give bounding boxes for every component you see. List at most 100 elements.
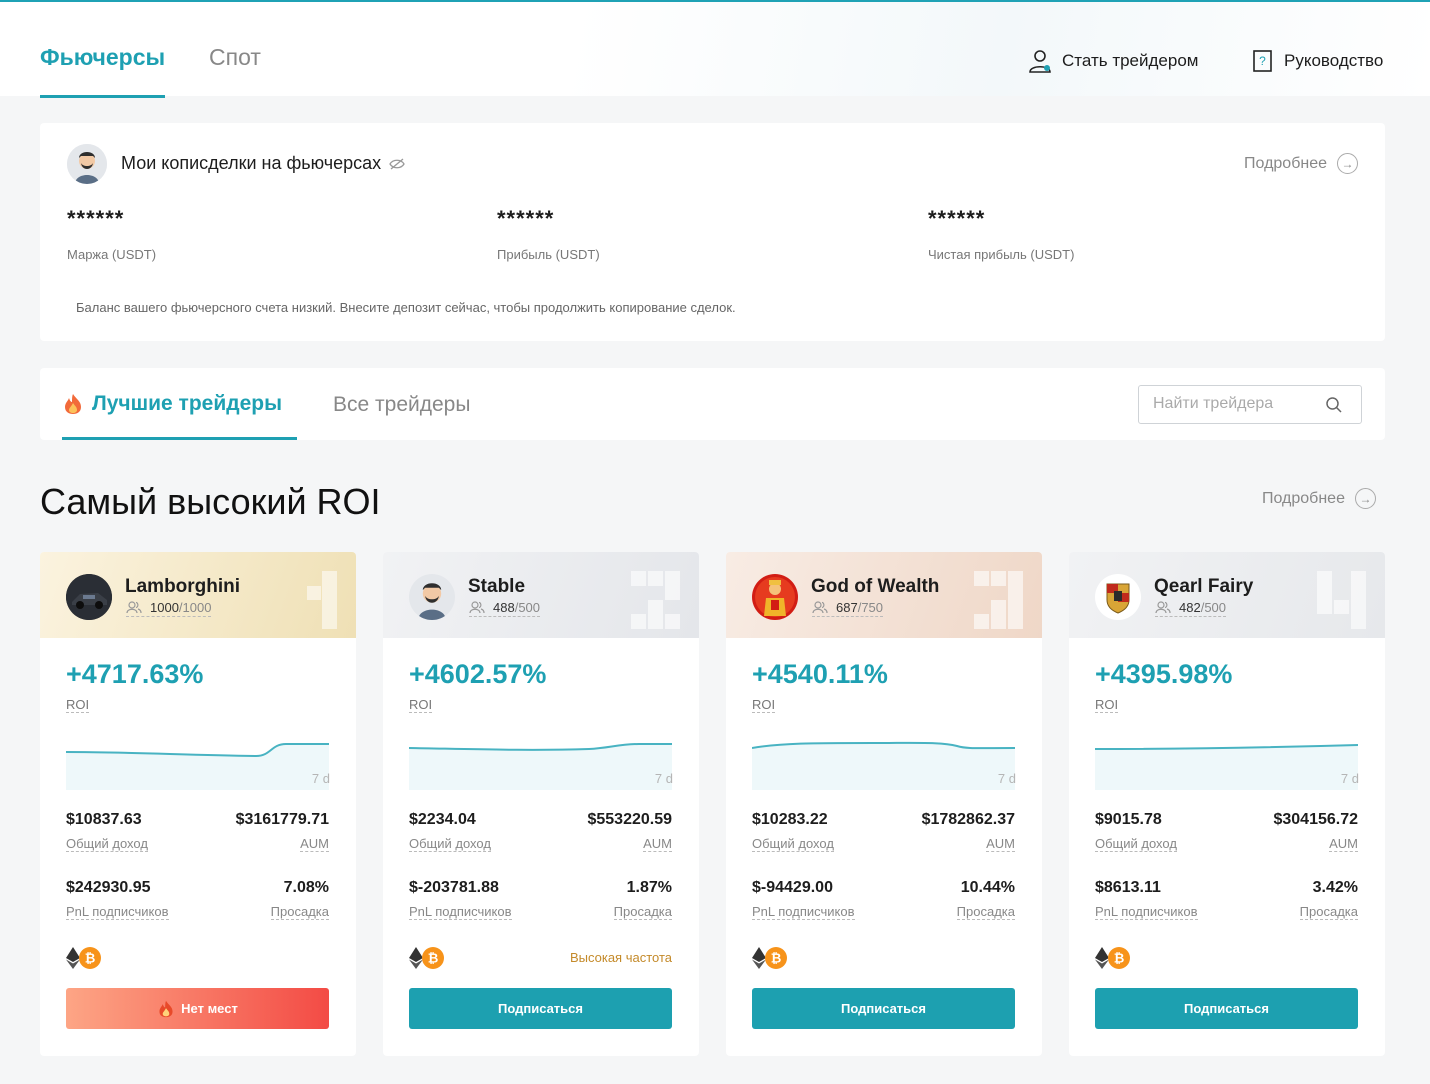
subscriber-pnl-label: PnL подписчиков	[1095, 904, 1198, 920]
roi-label: ROI	[409, 697, 433, 713]
subscribers-count: 687/750	[812, 600, 884, 617]
trader-avatar	[66, 574, 112, 620]
roi-label: ROI	[1095, 697, 1119, 713]
arrow-right-icon: →	[1337, 153, 1358, 174]
fire-icon	[159, 1000, 173, 1017]
user-icon	[1029, 50, 1051, 73]
subscribers-count: 488/500	[469, 600, 541, 617]
drawdown-label: Просадка	[1299, 904, 1358, 920]
roi-sparkline	[752, 741, 1015, 790]
roi-value: +4717.63%	[66, 659, 204, 689]
subscribe-button[interactable]: Подписаться	[752, 988, 1015, 1029]
fire-icon	[65, 394, 81, 414]
crest-avatar-icon	[1095, 574, 1141, 620]
trader-name[interactable]: God of Wealth	[811, 576, 939, 598]
net-profit-label: Чистая прибыль (USDT)	[928, 247, 1075, 262]
roi-label: ROI	[752, 697, 776, 713]
coin-list: ₿	[66, 946, 102, 970]
trader-name[interactable]: Stable	[468, 576, 525, 598]
tab-futures[interactable]: Фьючерсы	[40, 44, 165, 71]
margin-value: ******	[67, 206, 125, 231]
section-title: Самый высокий ROI	[40, 481, 381, 522]
arrow-right-icon: →	[1354, 488, 1376, 509]
subscribers-current: 482	[1179, 600, 1201, 615]
become-trader-link[interactable]: Стать трейдером	[1028, 49, 1198, 73]
subscriber-pnl-value: $-94429.00	[752, 879, 833, 896]
subscribers-total: /750	[857, 600, 884, 615]
users-icon	[812, 601, 828, 614]
subscribers-total: /1000	[178, 600, 212, 615]
tab-futures-underline	[40, 95, 165, 98]
aum-value: $304156.72	[1273, 811, 1358, 828]
subscribers-current: 1000	[150, 600, 179, 615]
trader-card-3[interactable]: God of Wealth 687/750 +4540.11% ROI 7 d …	[726, 552, 1042, 1056]
my-copy-more-label: Подробнее	[1244, 154, 1327, 172]
subscribers-count: 1000/1000	[126, 600, 212, 617]
search-icon[interactable]	[1325, 396, 1343, 414]
margin-label: Маржа (USDT)	[67, 247, 157, 262]
roi-sparkline	[66, 743, 329, 790]
profit-label: Прибыль (USDT)	[497, 247, 600, 262]
period-label: 7 d	[654, 771, 673, 786]
subscriber-pnl-value: $8613.11	[1095, 879, 1161, 896]
roi-value: +4395.98%	[1095, 659, 1233, 689]
subscribers-current: 687	[836, 600, 858, 615]
high-frequency-tag: Высокая частота	[569, 950, 672, 965]
top-nav-bar: Фьючерсы Спот Стать трейдером ? Руководс…	[0, 2, 1430, 98]
hide-eye-icon[interactable]	[389, 158, 405, 170]
period-label: 7 d	[311, 771, 330, 786]
aum-value: $3161779.71	[235, 811, 329, 828]
trader-search-box[interactable]	[1138, 385, 1362, 424]
guide-link[interactable]: ? Руководство	[1252, 49, 1383, 73]
aum-label: AUM	[300, 836, 329, 852]
drawdown-label: Просадка	[956, 904, 1015, 920]
trader-search-input[interactable]	[1139, 386, 1319, 422]
profit-value: ******	[497, 206, 555, 231]
coin-list: ₿	[409, 946, 445, 970]
guide-label: Руководство	[1284, 51, 1384, 70]
drawdown-value: 7.08%	[283, 879, 329, 896]
subscriber-pnl-label: PnL подписчиков	[752, 904, 855, 920]
roi-sparkline	[1095, 744, 1358, 790]
subscriber-pnl-value: $242930.95	[66, 879, 151, 896]
drawdown-label: Просадка	[613, 904, 672, 920]
coin-list: ₿	[1095, 946, 1131, 970]
tab-all-traders[interactable]: Все трейдеры	[333, 393, 470, 417]
subscriber-pnl-label: PnL подписчиков	[409, 904, 512, 920]
trader-card-4[interactable]: Qearl Fairy 482/500 +4395.98% ROI 7 d $9…	[1069, 552, 1385, 1056]
aum-value: $1782862.37	[921, 811, 1015, 828]
subscribers-count: 482/500	[1155, 600, 1227, 617]
avatar-person-icon	[409, 574, 455, 620]
no-slots-label: Нет мест	[181, 1001, 238, 1016]
trader-card-1[interactable]: Lamborghini 1000/1000 +4717.63% ROI 7 d …	[40, 552, 356, 1056]
tab-spot[interactable]: Спот	[209, 44, 261, 71]
subscribe-label: Подписаться	[497, 1001, 583, 1016]
svg-text:₿: ₿	[1114, 952, 1125, 967]
no-slots-button[interactable]: Нет мест	[66, 988, 329, 1029]
avatar	[67, 144, 107, 184]
tab-best-traders[interactable]: Лучшие трейдеры	[62, 392, 282, 416]
trader-avatar	[1095, 574, 1141, 620]
users-icon	[126, 601, 142, 614]
users-icon	[1155, 601, 1171, 614]
subscribe-button[interactable]: Подписаться	[1095, 988, 1358, 1029]
btc-icon: ₿	[422, 947, 444, 969]
trader-name[interactable]: Lamborghini	[125, 576, 240, 598]
trader-avatar	[752, 574, 798, 620]
period-label: 7 d	[997, 771, 1016, 786]
total-income-label: Общий доход	[1095, 836, 1177, 852]
section-more-link[interactable]: Подробнее →	[1262, 488, 1376, 509]
rank-2-badge-icon	[631, 571, 680, 629]
subscribe-button[interactable]: Подписаться	[409, 988, 672, 1029]
coin-list: ₿	[752, 946, 788, 970]
my-copy-title-text: Мои копиcделки на фьючерсах	[121, 153, 382, 173]
tab-best-traders-label: Лучшие трейдеры	[92, 392, 283, 415]
total-income-value: $10837.63	[66, 811, 142, 828]
aum-label: AUM	[986, 836, 1015, 852]
car-avatar-icon	[66, 574, 112, 620]
trader-name[interactable]: Qearl Fairy	[1154, 576, 1253, 598]
trader-card-2[interactable]: Stable 488/500 +4602.57% ROI 7 d $2234.0…	[383, 552, 699, 1056]
my-copy-more-link[interactable]: Подробнее →	[1244, 153, 1358, 174]
section-more-label: Подробнее	[1262, 489, 1345, 507]
deity-avatar-icon	[752, 574, 798, 620]
